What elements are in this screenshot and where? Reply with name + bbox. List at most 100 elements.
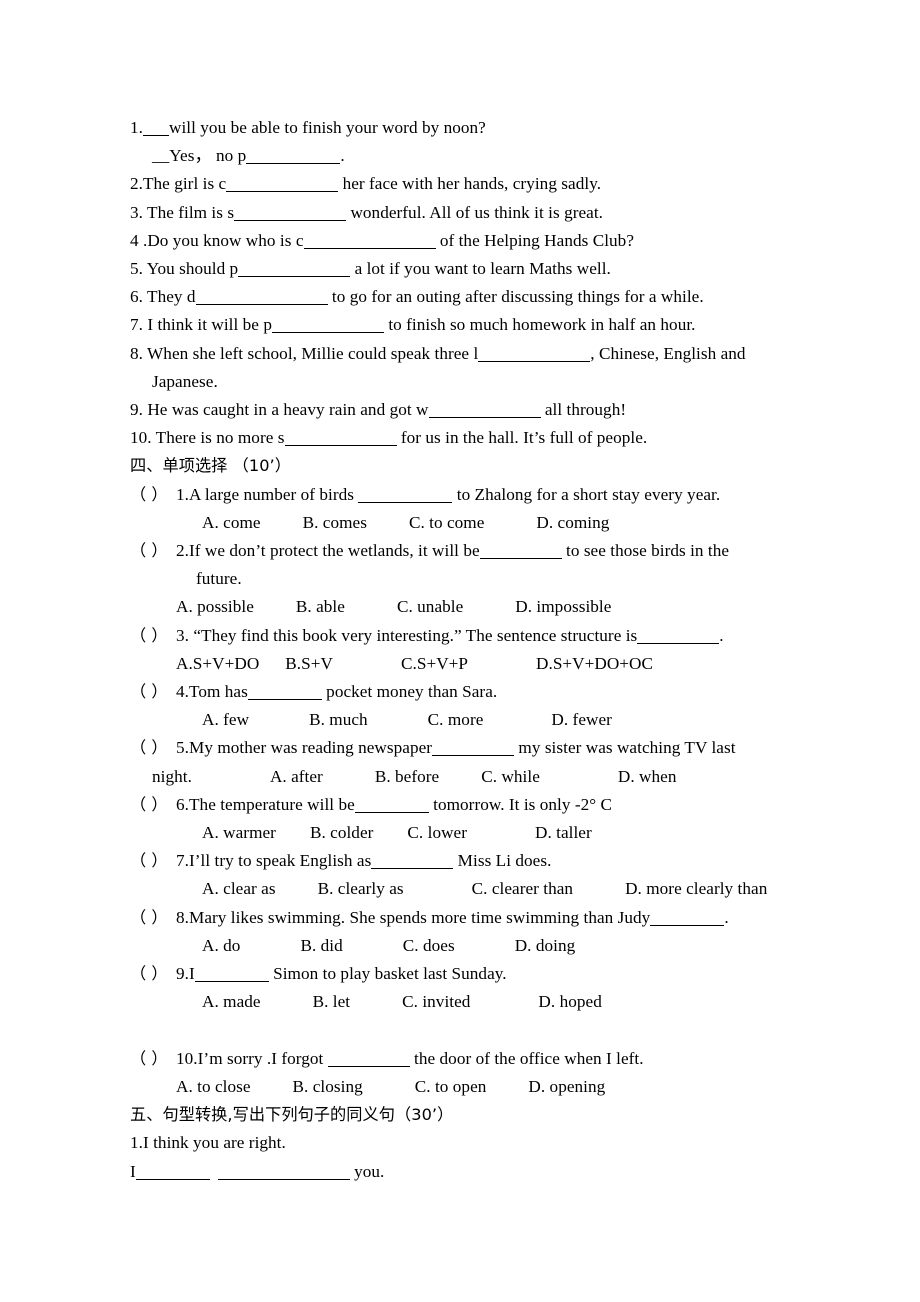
mc-q5-stem-pre: My mother was reading newspaper [189, 738, 433, 758]
mc-option[interactable]: A. to close [176, 1073, 251, 1101]
mc-q4-number: 4. [176, 682, 189, 702]
mc-option[interactable]: A. warmer [202, 819, 276, 847]
mc-option[interactable]: A. after [270, 763, 323, 791]
answer-bracket[interactable]: （ ） [130, 960, 176, 988]
answer-blank[interactable] [226, 177, 339, 193]
mc-option[interactable]: D.S+V+DO+OC [536, 650, 653, 678]
mc-option[interactable]: B. did [300, 932, 342, 960]
mc-option[interactable]: D. hoped [538, 988, 601, 1016]
mc-q2-stem-pre: If we don’t protect the wetlands, it wil… [189, 541, 480, 561]
blank-line-spacer [130, 1017, 810, 1045]
mc-option[interactable]: D. impossible [515, 593, 611, 621]
mc-option[interactable]: C. to open [415, 1073, 487, 1101]
answer-blank[interactable] [650, 911, 725, 926]
fill-item-8: 8. When she left school, Millie could sp… [130, 340, 810, 368]
mc-q8-stem-pre: Mary likes swimming. She spends more tim… [189, 907, 651, 927]
mc-question-2: （ ） 2.If we don’t protect the wetlands, i… [130, 537, 810, 565]
mc-q9-options: A. made B. let C. invited D. hoped [130, 988, 810, 1016]
answer-bracket[interactable]: （ ） [130, 847, 176, 875]
answer-blank[interactable] [247, 685, 322, 701]
transform-item-1-prompt: 1.I think you are right. [130, 1133, 286, 1153]
answer-blank[interactable] [217, 1165, 350, 1180]
mc-option[interactable]: A. come [202, 509, 261, 537]
mc-q4-options: A. few B. much C. more D. fewer [130, 706, 810, 734]
answer-blank[interactable] [195, 290, 328, 306]
mc-option[interactable]: B. much [309, 706, 368, 734]
answer-blank[interactable] [194, 967, 269, 983]
mc-option[interactable]: D. doing [515, 932, 576, 960]
mc-option[interactable]: B. colder [310, 819, 373, 847]
mc-option[interactable]: C. more [428, 706, 484, 734]
answer-blank[interactable] [238, 262, 351, 278]
mc-q8-stem-post: . [724, 907, 729, 927]
answer-bracket[interactable]: （ ） [130, 791, 176, 819]
fill-item-8-suffix: , Chinese, English and [590, 343, 746, 363]
mc-option[interactable]: D. when [618, 763, 677, 791]
fill-item-1b-prefix: __Yes， no p [152, 146, 247, 166]
answer-blank[interactable] [478, 347, 591, 362]
mc-option[interactable]: A. few [202, 706, 249, 734]
answer-blank[interactable] [303, 234, 436, 249]
fill-item-9-prefix: 9. He was caught in a heavy rain and got… [130, 400, 429, 420]
answer-blank[interactable] [135, 1165, 210, 1180]
answer-blank[interactable] [234, 206, 347, 221]
fill-item-4: 4 .Do you know who is c of the Helping H… [130, 227, 810, 255]
answer-bracket[interactable]: （ ） [130, 537, 176, 565]
answer-blank[interactable] [143, 121, 169, 136]
answer-bracket[interactable]: （ ） [130, 678, 176, 706]
answer-blank[interactable] [432, 741, 515, 757]
mc-option[interactable]: C. clearer than [472, 875, 573, 903]
answer-bracket[interactable]: （ ） [130, 622, 176, 650]
mc-option[interactable]: B. closing [293, 1073, 363, 1101]
mc-q2-options: A. possible B. able C. unable D. impossible [130, 593, 810, 621]
mc-option[interactable]: C. does [403, 932, 455, 960]
mc-option[interactable]: C. to come [409, 509, 484, 537]
mc-option[interactable]: A. do [202, 932, 240, 960]
mc-question-4: （ ） 4.Tom has pocket money than Sara. [130, 678, 810, 706]
answer-blank[interactable] [358, 488, 453, 503]
mc-option[interactable]: B. clearly as [318, 875, 404, 903]
mc-option[interactable]: D. more clearly than [625, 875, 767, 903]
mc-option[interactable]: C. while [481, 763, 540, 791]
answer-blank[interactable] [637, 629, 720, 644]
mc-question-7: （ ） 7.I’ll try to speak English as Miss L… [130, 847, 810, 875]
fill-item-1b-suffix: . [340, 146, 345, 166]
answer-bracket[interactable]: （ ） [130, 904, 176, 932]
mc-option[interactable]: B.S+V [285, 650, 333, 678]
mc-q7-stem-post: Miss Li does. [453, 851, 552, 871]
answer-blank[interactable] [327, 1052, 410, 1067]
mc-option[interactable]: A.S+V+DO [176, 650, 259, 678]
mc-option[interactable]: C. lower [407, 819, 467, 847]
mc-option[interactable]: A. possible [176, 593, 254, 621]
answer-blank[interactable] [371, 854, 454, 870]
mc-option[interactable]: C. unable [397, 593, 463, 621]
mc-q6-options: A. warmer B. colder C. lower D. taller [130, 819, 810, 847]
mc-option[interactable]: D. fewer [551, 706, 612, 734]
mc-option[interactable]: B. let [313, 988, 351, 1016]
answer-blank[interactable] [354, 798, 429, 813]
answer-bracket[interactable]: （ ） [130, 481, 176, 509]
mc-option[interactable]: B. before [375, 763, 439, 791]
mc-option[interactable]: C.S+V+P [401, 650, 468, 678]
fill-item-5: 5. You should p a lot if you want to lea… [130, 255, 810, 283]
answer-blank[interactable] [284, 431, 397, 447]
mc-q1-stem-pre: A large number of birds [189, 484, 359, 504]
fill-item-1-prefix: 1. [130, 118, 143, 137]
fill-item-5-suffix: a lot if you want to learn Maths well. [350, 259, 611, 279]
mc-option[interactable]: D. coming [536, 509, 609, 537]
mc-option[interactable]: C. invited [402, 988, 470, 1016]
mc-option[interactable]: D. taller [535, 819, 592, 847]
mc-option[interactable]: B. able [296, 593, 345, 621]
mc-option[interactable]: B. comes [303, 509, 367, 537]
answer-blank[interactable] [271, 318, 384, 334]
answer-blank[interactable] [246, 149, 341, 165]
mc-q5-number: 5. [176, 738, 189, 758]
mc-option[interactable]: A. clear as [202, 875, 276, 903]
answer-blank[interactable] [428, 403, 541, 419]
mc-option[interactable]: D. opening [528, 1073, 605, 1101]
mc-q2-stem-post: to see those birds in the [561, 541, 730, 561]
answer-bracket[interactable]: （ ） [130, 1045, 176, 1073]
mc-option[interactable]: A. made [202, 988, 261, 1016]
answer-blank[interactable] [479, 544, 562, 560]
answer-bracket[interactable]: （ ） [130, 734, 176, 762]
